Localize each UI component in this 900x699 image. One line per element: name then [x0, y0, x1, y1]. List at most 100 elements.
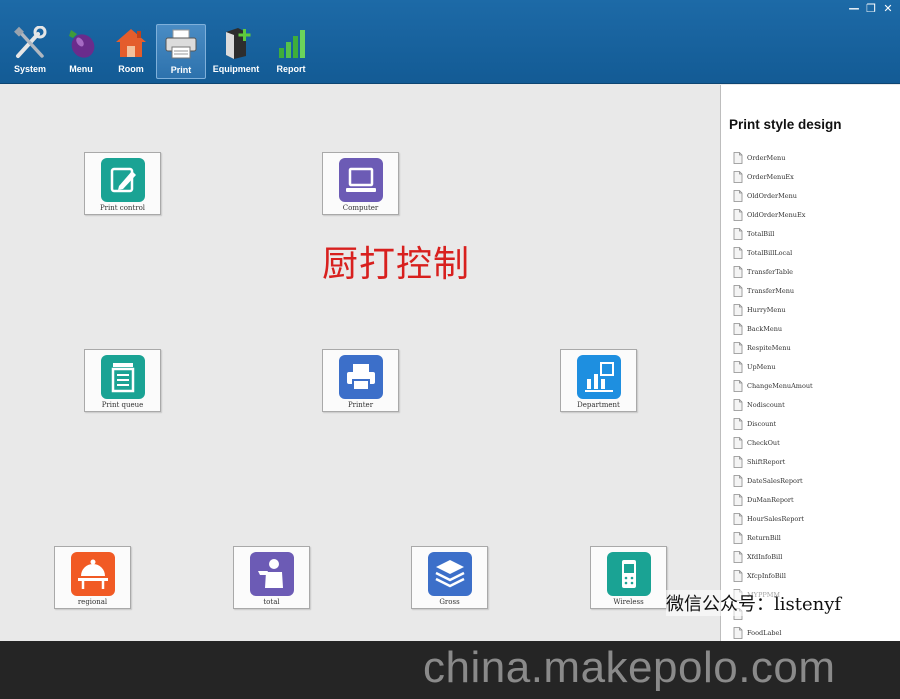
print-style-item[interactable]: CheckOut — [733, 433, 813, 452]
print-style-label: OldOrderMenu — [747, 191, 797, 200]
tile-department[interactable]: Department — [560, 349, 637, 412]
print-style-item[interactable]: OldOrderMenu — [733, 186, 813, 205]
print-style-item[interactable]: Nodiscount — [733, 395, 813, 414]
print-style-item[interactable]: BackMenu — [733, 319, 813, 338]
toolbar-report-label: Report — [276, 64, 306, 74]
toolbar-system-label: System — [13, 64, 47, 74]
print-style-item[interactable]: HurryMenu — [733, 300, 813, 319]
print-style-item[interactable]: TotalBillLocal — [733, 243, 813, 262]
print-style-item[interactable]: DateSalesReport — [733, 471, 813, 490]
tile-wireless[interactable]: Wireless — [590, 546, 667, 609]
waiter-icon — [250, 552, 294, 596]
toolbar-report-button[interactable]: Report — [266, 24, 316, 79]
document-icon — [733, 284, 743, 297]
print-style-label: DuManReport — [747, 495, 794, 504]
document-icon — [733, 569, 743, 582]
print-style-item[interactable]: OldOrderMenuEx — [733, 205, 813, 224]
tile-label: regional — [77, 598, 108, 606]
document-icon — [733, 265, 743, 278]
print-style-item[interactable]: ShiftReport — [733, 452, 813, 471]
print-style-label: ShiftReport — [747, 457, 786, 466]
document-icon — [733, 189, 743, 202]
print-style-label: BackMenu — [747, 324, 783, 333]
print-style-label: ReturnBill — [747, 533, 781, 542]
close-button[interactable]: ✕ — [882, 2, 894, 15]
printer-icon — [165, 29, 197, 59]
toolbar-equipment-label: Equipment — [212, 64, 260, 74]
edit-icon — [101, 158, 145, 202]
document-icon — [733, 398, 743, 411]
tile-label: Print control — [99, 204, 146, 212]
toolbar-system-button[interactable]: System — [5, 24, 55, 79]
document-icon — [733, 151, 743, 164]
print-style-item[interactable]: OrderMenu — [733, 148, 813, 167]
print-control-area: Print control Computer 厨打控制 Print queue … — [0, 85, 720, 641]
print-style-label: RespiteMenu — [747, 343, 791, 352]
site-banner: china.makepolo.com — [0, 641, 900, 699]
print-style-item[interactable]: RespiteMenu — [733, 338, 813, 357]
page-title: 厨打控制 — [322, 244, 471, 285]
toolbar-menu-button[interactable]: Menu — [56, 24, 106, 79]
tile-computer[interactable]: Computer — [322, 152, 399, 215]
print-style-label: OldOrderMenuEx — [747, 210, 806, 219]
tile-label: Gross — [439, 598, 460, 606]
print-style-label: OrderMenuEx — [747, 172, 794, 181]
print-style-label: XfcpInfoBill — [747, 571, 786, 580]
toolbar-room-label: Room — [118, 64, 144, 74]
print-style-label: HurryMenu — [747, 305, 786, 314]
print-style-item[interactable]: XfdInfoBill — [733, 547, 813, 566]
print-style-label: OrderMenu — [747, 153, 786, 162]
print-style-label: TransferMenu — [747, 286, 795, 295]
tile-print-queue[interactable]: Print queue — [84, 349, 161, 412]
tile-total[interactable]: total — [233, 546, 310, 609]
toolbar-menu-label: Menu — [69, 64, 93, 74]
mobile-phone-icon — [607, 552, 651, 596]
document-icon — [733, 341, 743, 354]
tile-regional[interactable]: regional — [54, 546, 131, 609]
tile-label: Wireless — [613, 598, 644, 606]
cloche-icon — [71, 552, 115, 596]
tile-print-control[interactable]: Print control — [84, 152, 161, 215]
tile-gross[interactable]: Gross — [411, 546, 488, 609]
print-style-item[interactable]: ChangeMenuAmout — [733, 376, 813, 395]
tile-printer[interactable]: Printer — [322, 349, 399, 412]
document-icon — [733, 379, 743, 392]
print-style-item[interactable]: DuManReport — [733, 490, 813, 509]
print-style-item[interactable]: OrderMenuEx — [733, 167, 813, 186]
tile-label: Printer — [347, 401, 374, 409]
document-icon — [733, 531, 743, 544]
print-style-item[interactable]: Discount — [733, 414, 813, 433]
tile-label: Print queue — [101, 401, 144, 409]
print-style-label: TotalBill — [747, 229, 775, 238]
main-toolbar: — ❐ ✕ System Menu Room Print Equipment R… — [0, 0, 900, 84]
print-style-item[interactable]: TransferMenu — [733, 281, 813, 300]
toolbar-print-button[interactable]: Print — [156, 24, 206, 79]
banner-watermark: china.makepolo.com — [423, 643, 836, 692]
document-icon — [733, 246, 743, 259]
toolbar-equipment-button[interactable]: Equipment — [211, 24, 261, 79]
print-style-label: Discount — [747, 419, 777, 428]
document-icon — [733, 417, 743, 430]
print-style-item[interactable]: TotalBill — [733, 224, 813, 243]
document-icon — [733, 455, 743, 468]
print-style-item[interactable]: TransferTable — [733, 262, 813, 281]
print-style-item[interactable]: XfcpInfoBill — [733, 566, 813, 585]
document-icon — [733, 512, 743, 525]
print-style-item[interactable]: HourSalesReport — [733, 509, 813, 528]
eggplant-icon — [69, 30, 95, 58]
print-style-label: XfdInfoBill — [747, 552, 783, 561]
layers-icon — [428, 552, 472, 596]
document-icon — [733, 493, 743, 506]
document-icon — [733, 208, 743, 221]
document-icon — [733, 626, 743, 639]
restore-button[interactable]: ❐ — [865, 2, 877, 15]
print-style-item[interactable]: UpMenu — [733, 357, 813, 376]
print-style-item[interactable]: FoodLabel — [733, 623, 813, 641]
wechat-watermark: 微信公众号：listenyf — [666, 590, 842, 616]
print-style-panel: Print style design OrderMenu OrderMenuEx O… — [720, 85, 900, 641]
print-style-item[interactable]: ReturnBill — [733, 528, 813, 547]
minimize-button[interactable]: — — [848, 2, 860, 15]
document-icon — [733, 360, 743, 373]
toolbar-room-button[interactable]: Room — [106, 24, 156, 79]
panel-title: Print style design — [729, 117, 842, 132]
